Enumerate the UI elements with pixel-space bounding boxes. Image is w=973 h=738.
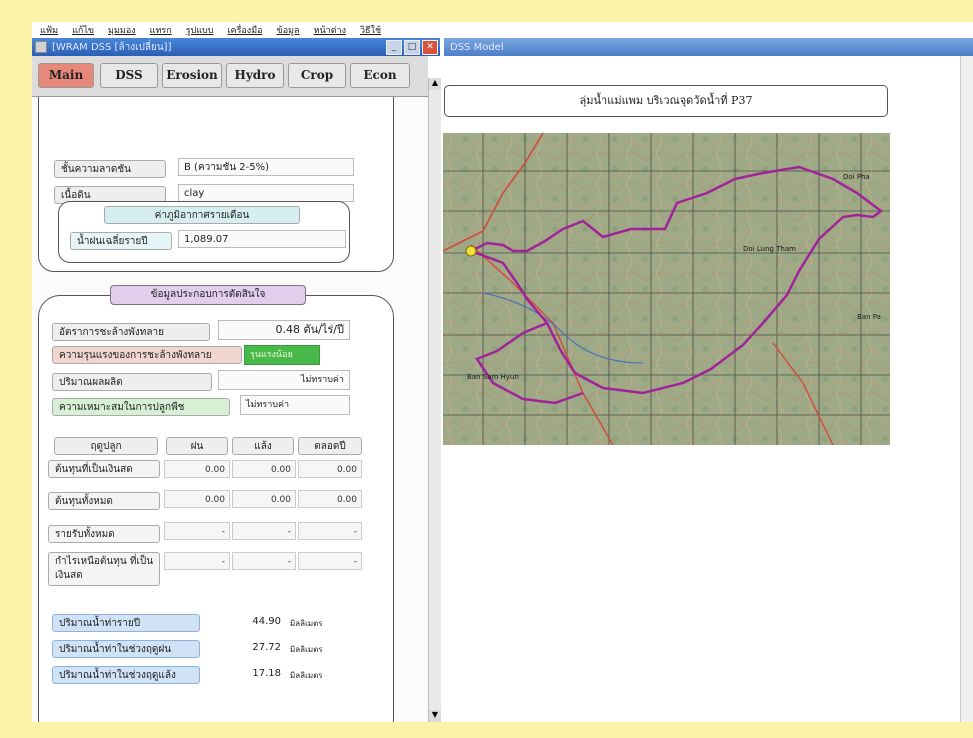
gauge-station-p37[interactable] (465, 245, 477, 257)
annual-runoff-value: 44.90 (252, 616, 281, 627)
texture-value[interactable]: clay (178, 184, 354, 202)
left-window-titlebar: [WRAM DSS [ล้างเปลี่ยน]] _ □ ✕ (32, 38, 440, 56)
place-label: Doi Lung Tham (743, 245, 796, 253)
scroll-up-icon[interactable]: ▲ (429, 78, 441, 90)
slope-label: ชั้นความลาดชัน (54, 160, 166, 178)
erosion-rate-value[interactable]: 0.48 ตัน/ไร่/ปี (218, 320, 350, 340)
tab-main[interactable]: Main (38, 63, 94, 88)
cash-cost-label: ต้นทุนที่เป็นเงินสด (48, 460, 160, 478)
place-label: Doi Pha (843, 173, 870, 181)
cash-cost-rainy[interactable]: 0.00 (164, 460, 230, 478)
rainy-runoff-label: ปริมาณน้ำท่าในช่วงฤดูฝน (52, 640, 200, 658)
profit-rainy[interactable]: - (164, 552, 230, 570)
severity-value: รุนแรงน้อย (244, 345, 320, 365)
menu-format[interactable]: รูปแบบ (186, 23, 214, 37)
total-revenue-rainy[interactable]: - (164, 522, 230, 540)
yield-value[interactable]: ไม่ทราบค่า (218, 370, 350, 390)
main-form-panel: ชั้นความลาดชัน B (ความชัน 2-5%) เนื้อดิน… (32, 97, 428, 722)
scroll-down-icon[interactable]: ▼ (429, 710, 441, 722)
annual-runoff-unit: มิลลิเมตร (290, 619, 323, 628)
minimize-icon[interactable]: _ (386, 40, 402, 55)
col-dry-header: แล้ง (232, 437, 294, 455)
menu-insert[interactable]: แทรก (150, 23, 172, 37)
menu-edit[interactable]: แก้ไข (72, 23, 94, 37)
rain-value[interactable]: 1,089.07 (178, 230, 346, 248)
tab-dss[interactable]: DSS (100, 63, 158, 88)
total-cost-dry[interactable]: 0.00 (232, 490, 296, 508)
dry-runoff-value: 17.18 (252, 668, 281, 679)
dry-runoff-unit: มิลลิเมตร (290, 671, 323, 680)
restore-icon[interactable]: □ (404, 40, 420, 55)
col-year-header: ตลอดปี (298, 437, 362, 455)
total-revenue-dry[interactable]: - (232, 522, 296, 540)
tab-crop[interactable]: Crop (288, 63, 346, 88)
left-window-title: [WRAM DSS [ล้างเปลี่ยน]] (52, 41, 172, 53)
window-controls: _ □ ✕ (386, 40, 438, 55)
tab-erosion[interactable]: Erosion (162, 63, 222, 88)
tab-econ[interactable]: Econ (350, 63, 410, 88)
total-cost-rainy[interactable]: 0.00 (164, 490, 230, 508)
tab-hydro[interactable]: Hydro (226, 63, 284, 88)
cash-cost-year[interactable]: 0.00 (298, 460, 362, 478)
decision-header[interactable]: ข้อมูลประกอบการตัดสินใจ (110, 285, 306, 305)
menu-data[interactable]: ข้อมูล (277, 23, 300, 37)
total-revenue-label: รายรับทั้งหมด (48, 525, 160, 543)
menu-bar: แฟ้ม แก้ไข มุมมอง แทรก รูปแบบ เครื่องมือ… (32, 22, 973, 38)
climate-header[interactable]: ค่าภูมิอากาศรายเดือน (104, 206, 300, 224)
annual-runoff-label: ปริมาณน้ำท่ารายปี (52, 614, 200, 632)
map-title: ลุ่มน้ำแม่แพม บริเวณจุดวัดน้ำที่ P37 (444, 85, 888, 117)
menu-window[interactable]: หน้าต่าง (314, 23, 346, 37)
season-header: ฤดูปลูก (54, 437, 158, 455)
total-cost-label: ต้นทุนทั้งหมด (48, 492, 160, 510)
slope-value[interactable]: B (ความชัน 2-5%) (178, 158, 354, 176)
place-label: Ban Pa (857, 313, 881, 321)
cash-cost-dry[interactable]: 0.00 (232, 460, 296, 478)
menu-help[interactable]: วิธีใช้ (360, 23, 381, 37)
left-vertical-scrollbar[interactable]: ▲ ▼ (428, 78, 441, 722)
severity-label: ความรุนแรงของการชะล้างพังทลาย (52, 346, 242, 364)
rain-label: น้ำฝนเฉลี่ยรายปี (70, 232, 172, 250)
menu-tools[interactable]: เครื่องมือ (227, 23, 262, 37)
suitability-value[interactable]: ไม่ทราบค่า (240, 395, 350, 415)
menu-view[interactable]: มุมมอง (108, 23, 136, 37)
profit-label: กำไรเหนือต้นทุน ที่เป็นเงินสด (48, 552, 160, 586)
right-window-titlebar: DSS Model (444, 38, 973, 56)
app-icon (35, 41, 47, 53)
total-cost-year[interactable]: 0.00 (298, 490, 362, 508)
place-label: Ban Sam Hyun (467, 373, 519, 381)
profit-dry[interactable]: - (232, 552, 296, 570)
col-rainy-header: ฝน (166, 437, 228, 455)
menu-file[interactable]: แฟ้ม (40, 23, 58, 37)
close-icon[interactable]: ✕ (422, 40, 438, 55)
dry-runoff-label: ปริมาณน้ำท่าในช่วงฤดูแล้ง (52, 666, 200, 684)
total-revenue-year[interactable]: - (298, 522, 362, 540)
right-window-title: DSS Model (450, 41, 504, 53)
yield-label: ปริมาณผลผลิต (52, 373, 212, 391)
erosion-rate-label: อัตราการชะล้างพังทลาย (52, 323, 210, 341)
right-vertical-scrollbar[interactable] (960, 56, 973, 722)
module-toolbar: Main DSS Erosion Hydro Crop Econ (32, 56, 428, 97)
profit-year[interactable]: - (298, 552, 362, 570)
rainy-runoff-unit: มิลลิเมตร (290, 645, 323, 654)
watershed-map[interactable]: Doi Pha Doi Lung Tham Ban Pa Ban Sam Hyu… (443, 133, 890, 445)
suitability-label: ความเหมาะสมในการปลูกพืช (52, 398, 230, 416)
rainy-runoff-value: 27.72 (252, 642, 281, 653)
